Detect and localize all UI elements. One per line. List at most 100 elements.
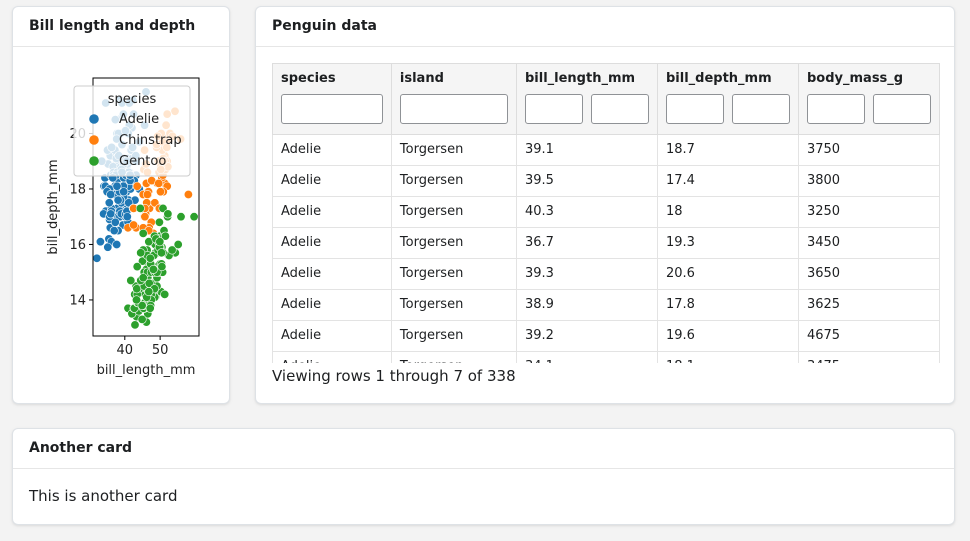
- data-point-adelie: [112, 240, 122, 250]
- table-cell: Torgersen: [391, 289, 517, 321]
- table-cell: Adelie: [272, 134, 392, 166]
- range-filter-min-input[interactable]: [524, 94, 583, 124]
- data-point-gentoo: [189, 212, 199, 222]
- range-filter-max-input[interactable]: [731, 94, 790, 124]
- data-point-gentoo: [163, 209, 173, 219]
- table-card: Penguin data species island bill_length_mm…: [255, 6, 955, 404]
- column-header-label: island: [399, 71, 444, 86]
- data-point-gentoo: [132, 295, 142, 305]
- y-tick-label: 18: [69, 182, 86, 197]
- column-header-label: species: [281, 71, 336, 86]
- x-axis-label: bill_length_mm: [97, 363, 196, 378]
- data-point-adelie: [113, 195, 123, 205]
- data-grid-viewport[interactable]: species island bill_length_mm bill_depth_mm…: [272, 63, 940, 363]
- y-axis-label: bill_depth_mm: [46, 159, 61, 254]
- data-point-adelie: [119, 187, 129, 197]
- table-cell: 34.1: [516, 351, 658, 363]
- data-point-chinstrap: [154, 178, 164, 188]
- table-cell: Adelie: [272, 351, 392, 363]
- data-point-gentoo: [126, 276, 136, 286]
- data-point-gentoo: [132, 262, 142, 272]
- data-point-adelie: [95, 237, 105, 247]
- table-cell: Torgersen: [391, 258, 517, 290]
- table-cell: 19.6: [657, 320, 799, 352]
- another-card-title: Another card: [13, 429, 954, 469]
- table-cell: 36.7: [516, 227, 658, 259]
- legend-marker-gentoo: [89, 156, 99, 166]
- column-header-label: body_mass_g: [806, 71, 904, 86]
- data-point-chinstrap: [183, 190, 193, 200]
- table-row[interactable]: Adelie Torgersen 39.2 19.6 4675: [272, 320, 940, 352]
- column-header-bill-depth-mm[interactable]: bill_depth_mm: [657, 64, 799, 135]
- table-cell: 38.9: [516, 289, 658, 321]
- table-cell: 3750: [798, 134, 940, 166]
- data-point-adelie: [92, 253, 102, 263]
- table-cell: Torgersen: [391, 134, 517, 166]
- legend-marker-adelie: [89, 114, 99, 124]
- table-cell: 17.4: [657, 165, 799, 197]
- data-point-adelie: [122, 212, 132, 222]
- table-row[interactable]: Adelie Torgersen 40.3 18 3250: [272, 196, 940, 228]
- data-point-gentoo: [145, 303, 155, 313]
- table-cell: 3800: [798, 165, 940, 197]
- table-cell: 18.1: [657, 351, 799, 363]
- column-filter-input[interactable]: [281, 94, 383, 124]
- plot-card-title: Bill length and depth: [13, 7, 229, 47]
- data-point-adelie: [103, 242, 113, 252]
- range-filter-max-input[interactable]: [872, 94, 931, 124]
- table-cell: 3250: [798, 196, 940, 228]
- data-point-gentoo: [157, 248, 167, 258]
- table-cell: 20.6: [657, 258, 799, 290]
- table-cell: 4675: [798, 320, 940, 352]
- table-row[interactable]: Adelie Torgersen 39.3 20.6 3650: [272, 258, 940, 290]
- x-tick-label: 40: [117, 343, 134, 358]
- table-cell: 3475: [798, 351, 940, 363]
- column-header-species[interactable]: species: [272, 64, 392, 135]
- data-point-gentoo: [173, 240, 183, 250]
- legend-label-chinstrap: Chinstrap: [119, 133, 182, 148]
- table-cell: 39.1: [516, 134, 658, 166]
- data-grid: species island bill_length_mm bill_depth_mm…: [272, 64, 940, 363]
- data-point-chinstrap: [156, 187, 166, 197]
- data-point-chinstrap: [129, 220, 139, 230]
- data-point-gentoo: [135, 203, 145, 213]
- table-row[interactable]: Adelie Torgersen 38.9 17.8 3625: [272, 289, 940, 321]
- range-filter-max-input[interactable]: [590, 94, 649, 124]
- table-cell: 18: [657, 196, 799, 228]
- table-cell: Adelie: [272, 320, 392, 352]
- table-cell: Adelie: [272, 289, 392, 321]
- legend-label-adelie: Adelie: [119, 112, 159, 127]
- header-row: species island bill_length_mm bill_depth_mm…: [272, 64, 940, 135]
- scatter-plot: 405014161820bill_length_mmbill_depth_mms…: [46, 77, 200, 378]
- column-header-island[interactable]: island: [391, 64, 517, 135]
- data-point-chinstrap: [132, 181, 142, 191]
- x-tick-label: 50: [152, 343, 169, 358]
- y-tick-label: 14: [69, 293, 86, 308]
- table-cell: 19.3: [657, 227, 799, 259]
- table-cell: Torgersen: [391, 227, 517, 259]
- legend-marker-chinstrap: [89, 135, 99, 145]
- table-row[interactable]: Adelie Torgersen 36.7 19.3 3450: [272, 227, 940, 259]
- table-row[interactable]: Adelie Torgersen 39.5 17.4 3800: [272, 165, 940, 197]
- column-header-body-mass-g[interactable]: body_mass_g: [798, 64, 940, 135]
- data-point-adelie: [109, 226, 119, 236]
- grid-body: Adelie Torgersen 39.1 18.7 3750 Adelie Torgers…: [272, 134, 940, 363]
- data-point-gentoo: [137, 314, 147, 324]
- column-header-bill-length-mm[interactable]: bill_length_mm: [516, 64, 658, 135]
- table-cell: 39.5: [516, 165, 658, 197]
- table-row[interactable]: AdelieTorgersen34.118.13475: [272, 351, 940, 363]
- another-card: Another card This is another card: [12, 428, 955, 525]
- column-filter-input[interactable]: [399, 94, 508, 124]
- table-card-title: Penguin data: [256, 7, 954, 47]
- table-cell: 17.8: [657, 289, 799, 321]
- data-point-chinstrap: [140, 212, 150, 222]
- table-cell: 39.3: [516, 258, 658, 290]
- another-card-body: This is another card: [29, 487, 178, 505]
- data-point-gentoo: [154, 217, 164, 227]
- data-point-gentoo: [138, 273, 148, 283]
- table-cell: Torgersen: [391, 351, 517, 363]
- range-filter-min-input[interactable]: [806, 94, 865, 124]
- data-point-gentoo: [157, 262, 167, 272]
- range-filter-min-input[interactable]: [665, 94, 724, 124]
- table-row[interactable]: Adelie Torgersen 39.1 18.7 3750: [272, 134, 940, 166]
